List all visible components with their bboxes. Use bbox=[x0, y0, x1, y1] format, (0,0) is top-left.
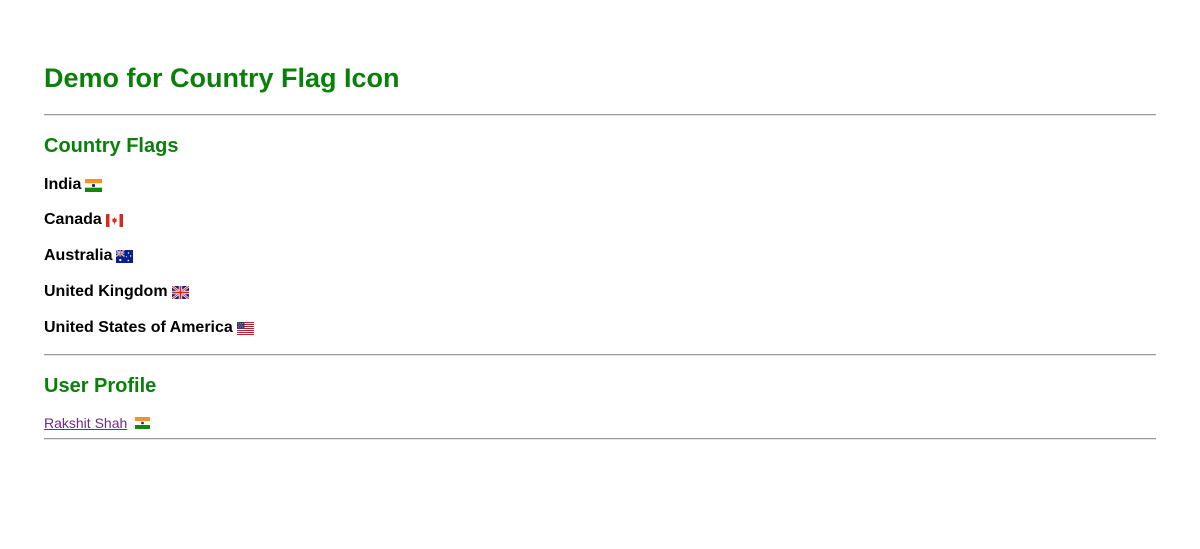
country-label: Australia bbox=[44, 247, 113, 264]
country-label: India bbox=[44, 176, 82, 193]
divider bbox=[44, 114, 1156, 116]
divider bbox=[44, 438, 1156, 440]
user-profile-link[interactable]: Rakshit Shah bbox=[44, 414, 127, 432]
user-profile-row: Rakshit Shah bbox=[44, 414, 151, 432]
country-item-india: India bbox=[44, 175, 103, 195]
divider bbox=[44, 354, 1156, 356]
country-item-united-kingdom: United Kingdom bbox=[44, 282, 189, 302]
country-label: United States of America bbox=[44, 319, 233, 336]
india-flag-icon bbox=[85, 178, 103, 192]
india-flag-icon bbox=[135, 417, 151, 429]
country-item-canada: Canada bbox=[44, 210, 123, 230]
country-label: United Kingdom bbox=[44, 283, 168, 300]
country-item-australia: Australia bbox=[44, 246, 134, 266]
canada-flag-icon bbox=[105, 213, 123, 227]
country-item-usa: United States of America bbox=[44, 318, 254, 338]
country-label: Canada bbox=[44, 211, 102, 228]
country-flags-heading: Country Flags bbox=[44, 135, 179, 157]
australia-flag-icon bbox=[116, 249, 134, 263]
united-kingdom-flag-icon bbox=[171, 285, 189, 299]
user-profile-heading: User Profile bbox=[44, 375, 157, 397]
usa-flag-icon bbox=[236, 321, 254, 335]
page-title: Demo for Country Flag Icon bbox=[44, 63, 400, 93]
page: Demo for Country Flag Icon Country Flags… bbox=[0, 0, 1200, 549]
